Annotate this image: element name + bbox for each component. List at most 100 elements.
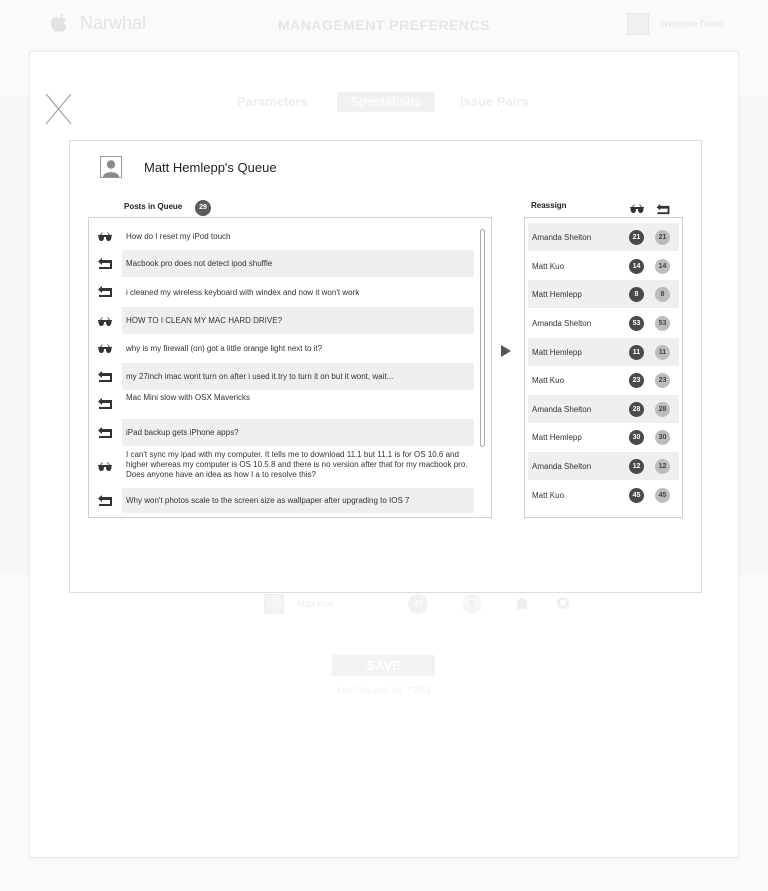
reply-icon: [98, 371, 112, 382]
watch-count-badge: 12: [629, 459, 644, 474]
home-icon[interactable]: [515, 597, 529, 609]
list-item[interactable]: Matt Kuo 23 23: [528, 366, 679, 394]
reply-count-badge: 53: [655, 316, 670, 331]
tab-bar: Parameters Specialisits Issue Pairs: [0, 92, 768, 112]
watch-count-badge: 11: [629, 345, 644, 360]
post-title: Macbook pro does not detect ipod shuffle: [122, 250, 474, 277]
reply-icon: [98, 258, 112, 269]
move-right-arrow-icon[interactable]: [501, 345, 511, 357]
post-title: why is my firewall (on) got a little ora…: [126, 344, 323, 353]
reply-count-badge: 28: [655, 402, 670, 417]
reply-icon: [98, 286, 112, 297]
reply-count-badge: 45: [655, 488, 670, 503]
list-item[interactable]: HOW TO I CLEAN MY MAC HARD DRIVE?: [89, 307, 477, 334]
count-badge: 6: [462, 594, 482, 614]
list-item[interactable]: Matt Kuo 14 14: [528, 252, 679, 280]
post-title: Why won't photos scale to the screen siz…: [122, 488, 474, 513]
list-item[interactable]: How do I reset my iPod touch: [89, 227, 477, 246]
reply-icon: [98, 495, 112, 506]
list-item[interactable]: Macbook pro does not detect ipod shuffle: [89, 250, 477, 277]
watch-count-badge: 8: [629, 287, 644, 302]
scrollbar[interactable]: [480, 229, 485, 447]
save-button[interactable]: SAVE: [332, 655, 435, 676]
list-item[interactable]: Amanda Shelton 28 28: [528, 395, 679, 423]
watch-count-badge: 23: [629, 373, 644, 388]
list-item[interactable]: my 27inch imac wont turn on after i used…: [89, 363, 477, 390]
tab-parameters[interactable]: Parameters: [237, 92, 317, 112]
reply-count-badge: 14: [655, 259, 670, 274]
specialist-name: Amanda Shelton: [532, 405, 592, 414]
list-item[interactable]: iPad backup gets iPhone apps?: [89, 419, 477, 446]
specialist-name: Matt Kuo: [532, 491, 565, 500]
list-item[interactable]: Matt Hemlepp 30 30: [528, 423, 679, 451]
list-item[interactable]: Matt Kuo 45 45: [528, 481, 679, 509]
post-title: iPad backup gets iPhone apps?: [122, 419, 474, 446]
reassign-list: Amanda Shelton 21 21 Matt Kuo 14 14 Matt…: [524, 217, 683, 518]
list-item[interactable]: i cleaned my wireless keyboard with wind…: [89, 280, 477, 305]
post-title: my 27inch imac wont turn on after i used…: [122, 363, 474, 390]
user-avatar-icon: [100, 156, 122, 178]
list-item[interactable]: Matt Hemlepp 11 11: [528, 338, 679, 366]
post-title: Mac Mini slow with OSX Mavericks: [126, 393, 251, 402]
user-avatar[interactable]: [627, 13, 649, 35]
specialist-name: Amanda Shelton: [532, 462, 592, 471]
welcome-text: Welcome David: [660, 19, 723, 29]
specialist-name: Amanda Shelton: [532, 319, 592, 328]
reply-count-badge: 30: [655, 430, 670, 445]
post-title: HOW TO I CLEAN MY MAC HARD DRIVE?: [122, 307, 474, 334]
glasses-icon: [630, 204, 644, 213]
tab-specialists[interactable]: Specialisits: [337, 92, 435, 112]
reply-icon: [98, 398, 112, 409]
list-item[interactable]: Mac Mini slow with OSX Mavericks: [89, 392, 477, 418]
reply-count-badge: 11: [655, 345, 670, 360]
glasses-icon: [98, 344, 112, 353]
list-item[interactable]: why is my firewall (on) got a little ora…: [89, 336, 477, 361]
close-icon[interactable]: [45, 93, 73, 125]
count-badge: 45: [408, 594, 428, 614]
watch-count-badge: 53: [629, 316, 644, 331]
posts-count-badge: 29: [195, 200, 211, 216]
specialist-summary-row: Matt Kuo 45 6: [0, 592, 768, 616]
reply-count-badge: 12: [655, 459, 670, 474]
watch-count-badge: 30: [629, 430, 644, 445]
watch-count-badge: 14: [629, 259, 644, 274]
watch-count-badge: 21: [629, 230, 644, 245]
list-item[interactable]: Amanda Shelton 21 21: [528, 223, 679, 251]
glasses-icon: [98, 317, 112, 326]
list-item[interactable]: Amanda Shelton 12 12: [528, 452, 679, 480]
specialist-name: Matt Kuo: [297, 599, 334, 609]
last-changed-text: Last Changed July 7 2013: [337, 686, 431, 695]
list-item[interactable]: Why won't photos scale to the screen siz…: [89, 488, 477, 513]
specialist-name: Matt Kuo: [532, 376, 565, 385]
posts-in-queue-label: Posts in Queue: [124, 202, 183, 211]
watch-count-badge: 28: [629, 402, 644, 417]
glasses-icon: [98, 232, 112, 241]
page-title: MANAGEMENT PREFERENCS: [278, 17, 490, 33]
posts-list: How do I reset my iPod touch Macbook pro…: [88, 217, 492, 518]
queue-modal: Matt Hemlepp's Queue Posts in Queue 29 H…: [69, 140, 702, 593]
post-title: I can't sync my ipad with my computer. I…: [126, 450, 468, 479]
specialist-name: Matt Hemlepp: [532, 290, 582, 299]
specialist-name: Matt Hemlepp: [532, 433, 582, 442]
top-bar: Narwhal MANAGEMENT PREFERENCS Welcome Da…: [0, 0, 768, 48]
post-title: How do I reset my iPod touch: [126, 232, 231, 241]
glasses-icon: [98, 462, 112, 471]
avatar: [264, 594, 284, 614]
queue-title: Matt Hemlepp's Queue: [144, 160, 277, 175]
specialist-name: Amanda Shelton: [532, 233, 592, 242]
specialist-name: Matt Kuo: [532, 262, 565, 271]
gear-icon[interactable]: [557, 597, 569, 609]
watch-count-badge: 45: [629, 488, 644, 503]
reply-icon: [98, 427, 112, 438]
reassign-label: Reassign: [531, 201, 567, 210]
list-item[interactable]: I can't sync my ipad with my computer. I…: [89, 450, 477, 484]
list-item[interactable]: Amanda Shelton 53 53: [528, 309, 679, 337]
post-title: i cleaned my wireless keyboard with wind…: [126, 288, 360, 297]
reply-icon: [656, 204, 670, 215]
specialist-name: Matt Hemlepp: [532, 348, 582, 357]
tab-issue-pairs[interactable]: Issue Pairs: [460, 92, 540, 112]
reply-count-badge: 21: [655, 230, 670, 245]
list-item[interactable]: Matt Hemlepp 8 8: [528, 280, 679, 308]
reply-count-badge: 8: [655, 287, 670, 302]
reply-count-badge: 23: [655, 373, 670, 388]
